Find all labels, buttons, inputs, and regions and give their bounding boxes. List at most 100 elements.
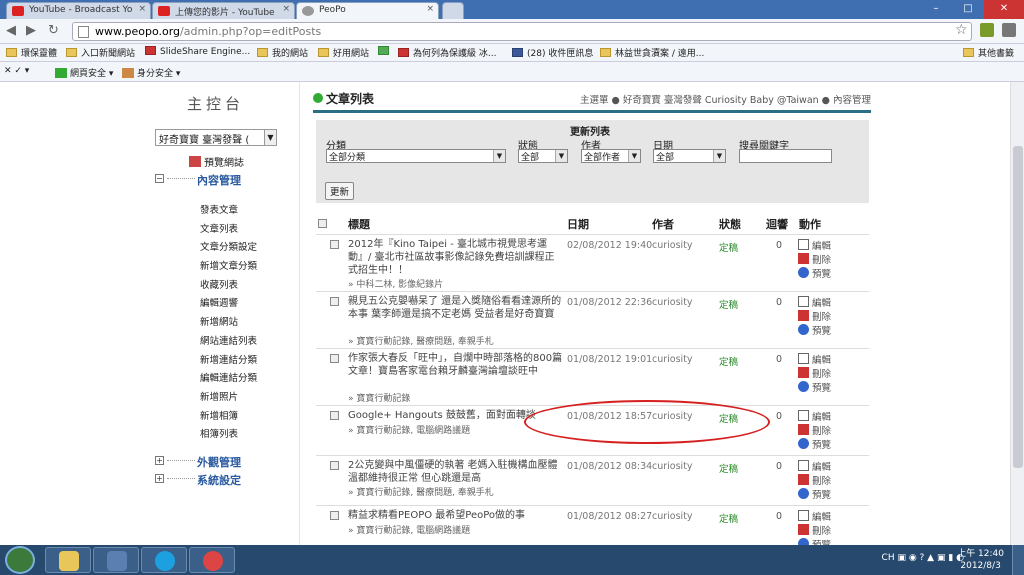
extension-icon[interactable] <box>980 23 994 37</box>
maximize-icon[interactable]: □ <box>952 0 984 19</box>
sidebar-item-favorites[interactable]: 收藏列表 <box>200 277 238 291</box>
identity-safety-button[interactable]: 身分安全 ▾ <box>122 66 180 79</box>
system-tray[interactable]: CH ▣ ◉ ? ▲ ▣ ▮ ◐ <box>882 553 964 563</box>
delete-button[interactable]: 刪除 <box>798 473 858 487</box>
clock[interactable]: 上午 12:40 2012/8/3 <box>957 548 1004 572</box>
close-icon[interactable]: × <box>282 4 290 14</box>
row-checkbox[interactable] <box>330 354 339 363</box>
taskbar-explorer[interactable] <box>45 547 91 573</box>
bookmark-item[interactable]: 入口新聞網站 <box>66 46 135 59</box>
sidebar-item-add-site[interactable]: 新增網站 <box>200 314 238 328</box>
minimize-icon[interactable]: – <box>920 0 952 19</box>
new-tab-button[interactable] <box>442 2 464 19</box>
sidebar-item-post-list[interactable]: 文章列表 <box>200 221 238 235</box>
post-title-link[interactable]: 作家張大春反「旺中」，自爛中時部落格的800篇文章！寶島客家電台賴牙麟臺灣論壇談… <box>348 352 563 378</box>
bookmark-item[interactable]: SlideShare Engine... <box>145 46 250 57</box>
sidebar-item-new-post[interactable]: 發表文章 <box>200 202 238 216</box>
edit-button[interactable]: 編輯 <box>798 509 858 523</box>
post-title-link[interactable]: 2公克變與中風僵硬的執著 老媽入駐機構血壓體溫都維持很正常 但心跳還是高 <box>348 459 563 485</box>
start-button[interactable] <box>5 546 35 574</box>
section-content-management[interactable]: − 內容管理 <box>155 172 285 187</box>
back-icon[interactable]: ◀ <box>6 23 16 38</box>
scrollbar-thumb[interactable] <box>1013 146 1023 468</box>
bookmark-item[interactable]: 我的網站 <box>257 46 308 59</box>
delete-button[interactable]: 刪除 <box>798 252 858 266</box>
delete-button[interactable]: 刪除 <box>798 366 858 380</box>
date-select[interactable]: 全部 ▼ <box>653 149 726 163</box>
section-appearance[interactable]: + 外觀管理 <box>155 454 285 469</box>
preview-blog-link[interactable]: 預覽網誌 <box>189 154 244 169</box>
blog-select[interactable]: 好奇寶寶 臺灣發聲 ( ▼ <box>155 129 277 146</box>
post-title-link[interactable]: 2012年『Kino Taipei - 臺北城市視覺思考運動』/ 臺北市社區故事… <box>348 238 563 277</box>
bookmark-item[interactable]: 環保靈體 <box>6 46 57 59</box>
forward-icon[interactable]: ▶ <box>26 23 36 38</box>
show-desktop-button[interactable] <box>1012 545 1024 575</box>
bookmark-item[interactable]: 為何列為保護級 冰... <box>398 46 496 59</box>
close-window-icon[interactable]: ✕ <box>984 0 1024 19</box>
close-icon[interactable]: × <box>138 4 146 14</box>
post-title-link[interactable]: 精益求精看PEOPO 最希望PeoPo做的事 <box>348 509 563 522</box>
preview-button[interactable]: 預覽 <box>798 380 858 394</box>
delete-button[interactable]: 刪除 <box>798 309 858 323</box>
taskbar-chrome[interactable] <box>189 547 235 573</box>
row-checkbox[interactable] <box>330 511 339 520</box>
author-select[interactable]: 全部作者 ▼ <box>581 149 641 163</box>
expand-icon[interactable]: + <box>155 456 164 465</box>
collapse-icon[interactable]: − <box>155 174 164 183</box>
url-input[interactable]: www.peopo.org/admin.php?op=editPosts <box>72 22 972 41</box>
edit-button[interactable]: 編輯 <box>798 295 858 309</box>
vertical-scrollbar[interactable] <box>1010 82 1024 545</box>
preview-button[interactable]: 預覽 <box>798 437 858 451</box>
delete-button[interactable]: 刪除 <box>798 523 858 537</box>
sidebar-item-album-list[interactable]: 相簿列表 <box>200 426 238 440</box>
sidebar-item-category-settings[interactable]: 文章分類設定 <box>200 239 257 253</box>
wrench-icon[interactable] <box>1002 23 1016 37</box>
edit-button[interactable]: 編輯 <box>798 459 858 473</box>
tab-peopo[interactable]: PeoPo × <box>296 2 439 19</box>
bookmark-item[interactable]: (28) 收件匣訊息 <box>512 46 593 59</box>
check-icon[interactable]: ✕ ✓ ▾ <box>4 66 29 76</box>
sidebar-item-edit-link-category[interactable]: 編輯連結分類 <box>200 370 257 384</box>
taskbar-media[interactable] <box>93 547 139 573</box>
keyword-input[interactable] <box>739 149 832 163</box>
preview-button[interactable]: 預覽 <box>798 266 858 280</box>
sidebar-item-edit-comments[interactable]: 編輯週響 <box>200 295 238 309</box>
edit-button[interactable]: 編輯 <box>798 238 858 252</box>
tab-youtube-broadcast[interactable]: YouTube - Broadcast Yo × <box>6 2 151 19</box>
sidebar-item-add-photo[interactable]: 新增照片 <box>200 389 238 403</box>
section-system-settings[interactable]: + 系統設定 <box>155 472 285 487</box>
select-all-checkbox[interactable] <box>318 219 327 228</box>
row-checkbox[interactable] <box>330 411 339 420</box>
expand-icon[interactable]: + <box>155 474 164 483</box>
edit-button[interactable]: 編輯 <box>798 409 858 423</box>
delete-button[interactable]: 刪除 <box>798 423 858 437</box>
input-language[interactable]: CH <box>882 553 895 563</box>
close-icon[interactable]: × <box>426 4 434 14</box>
chevron-down-icon[interactable]: ▼ <box>264 129 277 146</box>
row-checkbox[interactable] <box>330 297 339 306</box>
category-select[interactable]: 全部分類 ▼ <box>326 149 506 163</box>
bookmark-item[interactable]: 好用網站 <box>318 46 369 59</box>
preview-button[interactable]: 預覽 <box>798 487 858 501</box>
breadcrumb[interactable]: 主選單 ● 好奇寶寶 臺灣發聲 Curiosity Baby @Taiwan ●… <box>580 92 871 106</box>
sidebar-item-add-link-category[interactable]: 新增連結分類 <box>200 352 257 366</box>
bookmark-item[interactable] <box>378 46 393 57</box>
row-checkbox[interactable] <box>330 461 339 470</box>
bookmark-star-icon[interactable]: ☆ <box>955 22 968 38</box>
web-safety-button[interactable]: 網頁安全 ▾ <box>55 66 113 79</box>
bookmark-item[interactable]: 林益世貪瀆案 / 遠用... <box>600 46 704 59</box>
sidebar-item-add-album[interactable]: 新增相簿 <box>200 408 238 422</box>
sidebar-item-link-list[interactable]: 網站連結列表 <box>200 333 257 347</box>
update-button[interactable]: 更新 <box>325 182 355 200</box>
tab-youtube-upload[interactable]: 上傳您的影片 - YouTube × <box>152 2 295 19</box>
bookmark-item[interactable]: 其他書籤 <box>963 46 1014 59</box>
edit-button[interactable]: 編輯 <box>798 352 858 366</box>
row-checkbox[interactable] <box>330 240 339 249</box>
taskbar-skype[interactable] <box>141 547 187 573</box>
reload-icon[interactable]: ↻ <box>48 23 59 38</box>
status-select[interactable]: 全部 ▼ <box>518 149 568 163</box>
preview-button[interactable]: 預覽 <box>798 323 858 337</box>
preview-button[interactable]: 預覽 <box>798 537 858 545</box>
sidebar-item-add-category[interactable]: 新增文章分類 <box>200 258 257 272</box>
post-title-link[interactable]: 親見五公克嬰嚇呆了 還是入獎隨俗看看達源所的本事 葉李師還是搞不定老媽 受益者是… <box>348 295 563 321</box>
